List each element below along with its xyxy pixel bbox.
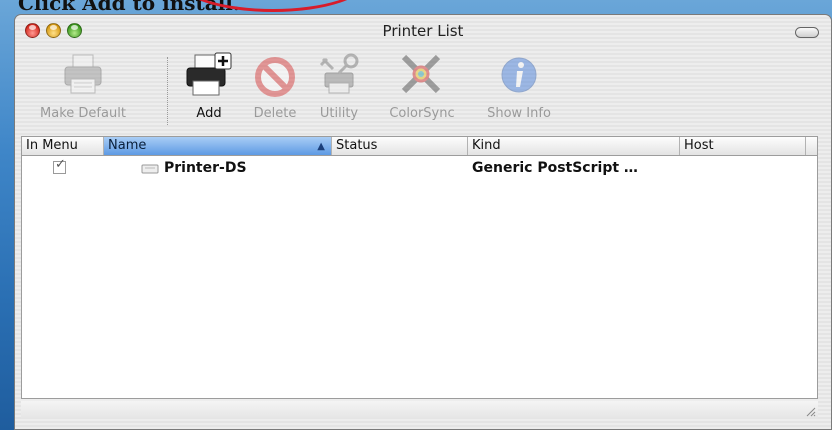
colorsync-icon xyxy=(401,54,441,94)
status-bar xyxy=(21,401,818,419)
info-icon xyxy=(501,57,537,93)
column-name[interactable]: Name ▲ xyxy=(104,137,332,155)
show-info-label: Show Info xyxy=(487,106,551,121)
toolbar-toggle-button[interactable] xyxy=(795,27,819,38)
column-in-menu-label: In Menu xyxy=(26,138,78,153)
checkmark-icon: ✓ xyxy=(55,157,66,172)
toolbar-separator xyxy=(167,57,168,125)
delete-label: Delete xyxy=(253,106,297,121)
printer-kind: Generic PostScript … xyxy=(472,160,638,176)
delete-button[interactable]: Delete xyxy=(249,51,301,121)
printer-list-window: Printer List Make Default Add Delete Uti… xyxy=(14,14,832,430)
column-host-label: Host xyxy=(684,138,714,153)
sort-ascending-icon: ▲ xyxy=(317,141,325,152)
column-name-label: Name xyxy=(108,138,147,153)
toolbar: Make Default Add Delete Utility ColorSyn… xyxy=(15,47,831,133)
in-menu-checkbox[interactable]: ✓ xyxy=(53,157,66,174)
resize-grip-icon[interactable] xyxy=(804,405,816,417)
printer-table: In Menu Name ▲ Status Kind Host ✓ Printe… xyxy=(21,136,818,399)
add-label: Add xyxy=(196,106,222,121)
utility-button[interactable]: Utility xyxy=(313,51,365,121)
table-row[interactable]: ✓ Printer-DS Generic PostScript … xyxy=(22,157,817,183)
printer-icon xyxy=(64,54,102,94)
colorsync-label: ColorSync xyxy=(389,106,455,121)
window-title: Printer List xyxy=(382,22,464,40)
column-kind[interactable]: Kind xyxy=(468,137,680,155)
utility-icon xyxy=(319,53,359,94)
make-default-button[interactable]: Make Default xyxy=(23,51,143,121)
column-in-menu[interactable]: In Menu xyxy=(22,137,104,155)
column-status[interactable]: Status xyxy=(332,137,468,155)
printer-icon xyxy=(141,164,159,174)
delete-icon xyxy=(255,57,295,97)
column-kind-label: Kind xyxy=(472,138,501,153)
colorsync-button[interactable]: ColorSync xyxy=(383,51,461,121)
column-host[interactable]: Host xyxy=(680,137,806,155)
utility-label: Utility xyxy=(319,106,359,121)
title-bar[interactable]: Printer List xyxy=(15,15,831,47)
column-status-label: Status xyxy=(336,138,378,153)
make-default-label: Make Default xyxy=(40,106,126,121)
printer-name: Printer-DS xyxy=(164,160,247,176)
show-info-button[interactable]: Show Info xyxy=(481,51,557,121)
table-header: In Menu Name ▲ Status Kind Host xyxy=(22,137,817,156)
add-button[interactable]: Add xyxy=(185,51,233,121)
add-printer-icon xyxy=(186,52,232,96)
